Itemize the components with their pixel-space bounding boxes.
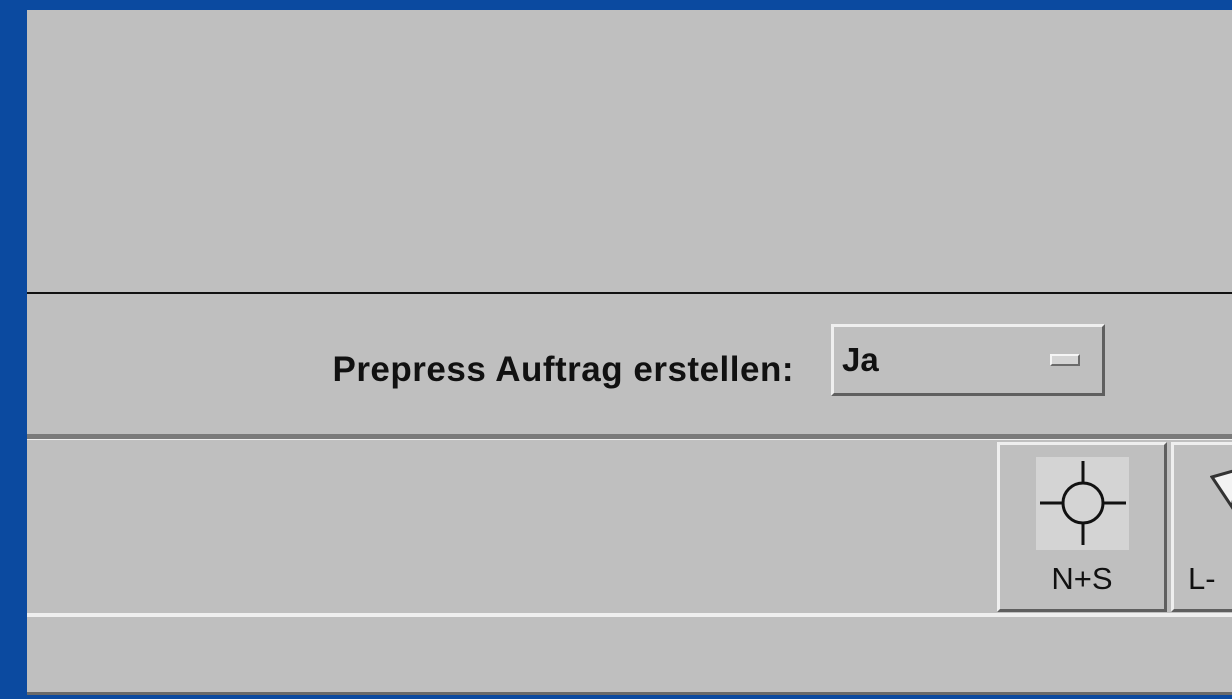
- crosshair-icon: [1036, 457, 1129, 550]
- upper-content-panel: [27, 10, 1232, 294]
- application-window: Prepress Auftrag erstellen: Ja N+S L-: [27, 10, 1232, 695]
- tool-bar: N+S L-: [27, 440, 1232, 616]
- prepress-order-label: Prepress Auftrag erstellen:: [332, 350, 794, 389]
- arrow-icon: [1209, 467, 1232, 527]
- n-plus-s-button[interactable]: N+S: [997, 442, 1167, 612]
- prepress-order-select[interactable]: Ja: [831, 324, 1105, 396]
- status-bar: [27, 617, 1232, 695]
- n-plus-s-label: N+S: [1051, 561, 1113, 596]
- prepress-order-value: Ja: [842, 341, 879, 378]
- option-menu-indicator-icon: [1050, 354, 1080, 366]
- l-minus-label: L-: [1188, 561, 1216, 596]
- prepress-form-row: Prepress Auftrag erstellen: Ja: [27, 294, 1232, 434]
- l-minus-button[interactable]: L-: [1171, 442, 1232, 612]
